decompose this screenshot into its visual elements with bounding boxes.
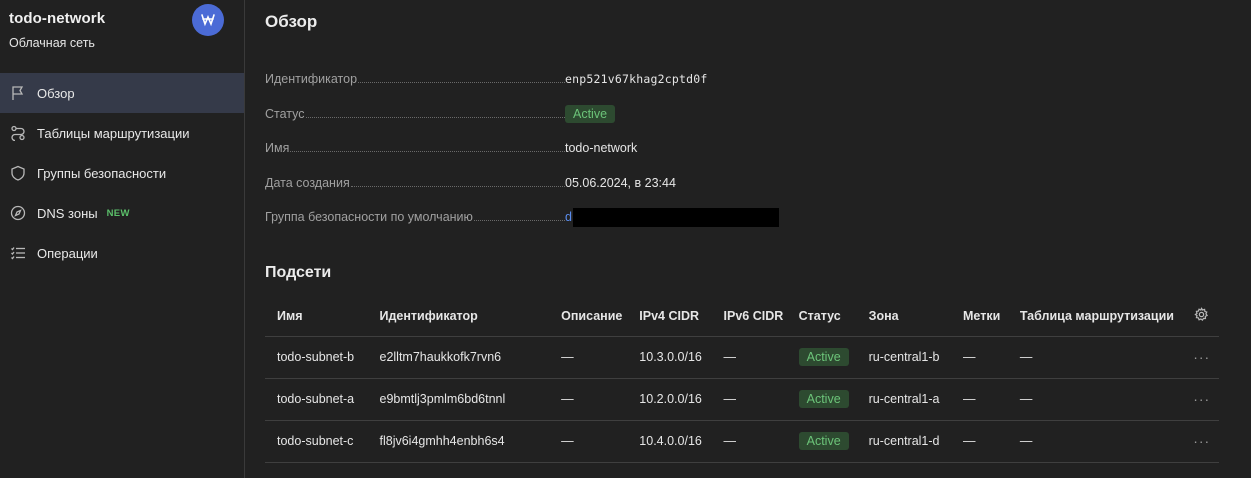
sidebar-header: todo-network Облачная сеть	[0, 0, 244, 73]
sidebar-item-label: Операции	[37, 245, 98, 261]
column-header[interactable]: Таблица маршрутизации	[1007, 296, 1185, 337]
table-header-row: Имя Идентификатор Описание IPv4 CIDR IPv…	[265, 296, 1219, 337]
prop-default-sg: Группа безопасности по умолчанию d	[265, 200, 785, 235]
subnets-title: Подсети	[265, 264, 332, 281]
subnet-ipv4: 10.2.0.0/16	[627, 378, 712, 421]
route-icon	[10, 125, 26, 141]
list-icon	[10, 245, 26, 261]
subnet-route-table: —	[1007, 420, 1185, 463]
sidebar-item-label: Обзор	[37, 85, 75, 101]
column-header[interactable]: IPv6 CIDR	[711, 296, 787, 337]
sidebar-subtitle: Облачная сеть	[9, 36, 95, 50]
subnet-labels: —	[951, 378, 1008, 421]
subnet-ipv6: —	[711, 378, 787, 421]
column-header[interactable]: Метки	[951, 296, 1008, 337]
subnet-name[interactable]: todo-subnet-c	[265, 420, 368, 463]
sidebar-item-operations[interactable]: Операции	[0, 233, 244, 273]
subnet-ipv6: —	[711, 420, 787, 463]
subnet-labels: —	[951, 420, 1008, 463]
prop-label: Идентификатор	[265, 72, 358, 87]
column-header[interactable]: Описание	[549, 296, 628, 337]
network-icon[interactable]	[192, 4, 224, 36]
prop-created: Дата создания 05.06.2024, в 23:44	[265, 166, 785, 201]
prop-label: Группа безопасности по умолчанию	[265, 210, 473, 225]
security-group-link[interactable]: d	[565, 210, 572, 224]
sidebar: todo-network Облачная сеть Обзор Таблицы…	[0, 0, 245, 478]
shield-icon	[10, 165, 26, 181]
subnet-labels: —	[951, 336, 1008, 379]
subnet-name[interactable]: todo-subnet-a	[265, 378, 368, 421]
status-badge: Active	[798, 432, 849, 450]
sidebar-item-dns-zones[interactable]: DNS зоны NEW	[0, 193, 244, 233]
prop-name: Имя todo-network	[265, 131, 785, 166]
more-actions-icon[interactable]: ···	[1193, 349, 1210, 365]
subnet-ipv6: —	[711, 336, 787, 379]
created-date-value: 05.06.2024, в 23:44	[565, 175, 676, 190]
table-row[interactable]: todo-subnet-b e2lltm7haukkofk7rvn6 — 10.…	[265, 336, 1219, 379]
dotted-leader	[350, 185, 565, 187]
prop-id: Идентификатор enp521v67khag2cptd0f	[265, 62, 785, 97]
prop-label: Дата создания	[265, 175, 350, 190]
column-header[interactable]: Зона	[856, 296, 952, 337]
column-header[interactable]: Имя	[265, 296, 368, 337]
subnet-ipv4: 10.3.0.0/16	[627, 336, 712, 379]
status-badge: Active	[565, 104, 616, 123]
more-actions-icon[interactable]: ···	[1193, 391, 1210, 407]
subnet-route-table: —	[1007, 336, 1185, 379]
subnet-zone: ru-central1-a	[856, 378, 952, 421]
column-header[interactable]: Статус	[786, 296, 857, 337]
page-title: Обзор	[265, 12, 318, 31]
subnet-id: e9bmtlj3pmlm6bd6tnnl	[367, 378, 550, 421]
subnet-id: e2lltm7haukkofk7rvn6	[367, 336, 550, 379]
subnet-zone: ru-central1-b	[856, 336, 952, 379]
dotted-leader	[358, 82, 565, 84]
dotted-leader	[473, 220, 565, 222]
status-badge: Active	[798, 390, 849, 408]
prop-label: Статус	[265, 106, 305, 121]
redacted-block	[572, 207, 779, 227]
sidebar-item-label: Таблицы маршрутизации	[37, 125, 190, 141]
network-id-value[interactable]: enp521v67khag2cptd0f	[565, 72, 707, 86]
sidebar-item-route-tables[interactable]: Таблицы маршрутизации	[0, 113, 244, 153]
more-actions-icon[interactable]: ···	[1193, 433, 1210, 449]
column-header[interactable]: Идентификатор	[367, 296, 550, 337]
subnet-name[interactable]: todo-subnet-b	[265, 336, 368, 379]
dotted-leader	[305, 116, 565, 118]
columns-settings-button[interactable]	[1184, 296, 1219, 337]
sidebar-item-label: DNS зоны	[37, 205, 98, 221]
sidebar-item-overview[interactable]: Обзор	[0, 73, 244, 113]
status-badge: Active	[798, 348, 849, 366]
new-badge: NEW	[106, 207, 130, 219]
sidebar-item-security-groups[interactable]: Группы безопасности	[0, 153, 244, 193]
table-row[interactable]: todo-subnet-a e9bmtlj3pmlm6bd6tnnl — 10.…	[265, 378, 1219, 421]
flag-icon	[10, 85, 26, 101]
subnet-description: —	[549, 336, 628, 379]
compass-icon	[10, 205, 26, 221]
dotted-leader	[290, 151, 565, 153]
app: todo-network Облачная сеть Обзор Таблицы…	[0, 0, 1251, 478]
prop-status: Статус Active	[265, 97, 785, 132]
sidebar-item-label: Группы безопасности	[37, 165, 167, 181]
subnet-ipv4: 10.4.0.0/16	[627, 420, 712, 463]
subnet-id: fl8jv6i4gmhh4enbh6s4	[367, 420, 550, 463]
subnet-route-table: —	[1007, 378, 1185, 421]
main-content: Обзор Идентификатор enp521v67khag2cptd0f…	[245, 0, 1251, 478]
table-row[interactable]: todo-subnet-c fl8jv6i4gmhh4enbh6s4 — 10.…	[265, 420, 1219, 463]
subnets-table: Имя Идентификатор Описание IPv4 CIDR IPv…	[265, 296, 1219, 463]
subnet-description: —	[549, 420, 628, 463]
subnet-zone: ru-central1-d	[856, 420, 952, 463]
network-name-value: todo-network	[565, 141, 638, 156]
overview-properties: Идентификатор enp521v67khag2cptd0f Стату…	[265, 62, 785, 235]
gear-icon	[1194, 306, 1209, 325]
prop-label: Имя	[265, 141, 290, 156]
subnet-description: —	[549, 378, 628, 421]
column-header[interactable]: IPv4 CIDR	[627, 296, 712, 337]
